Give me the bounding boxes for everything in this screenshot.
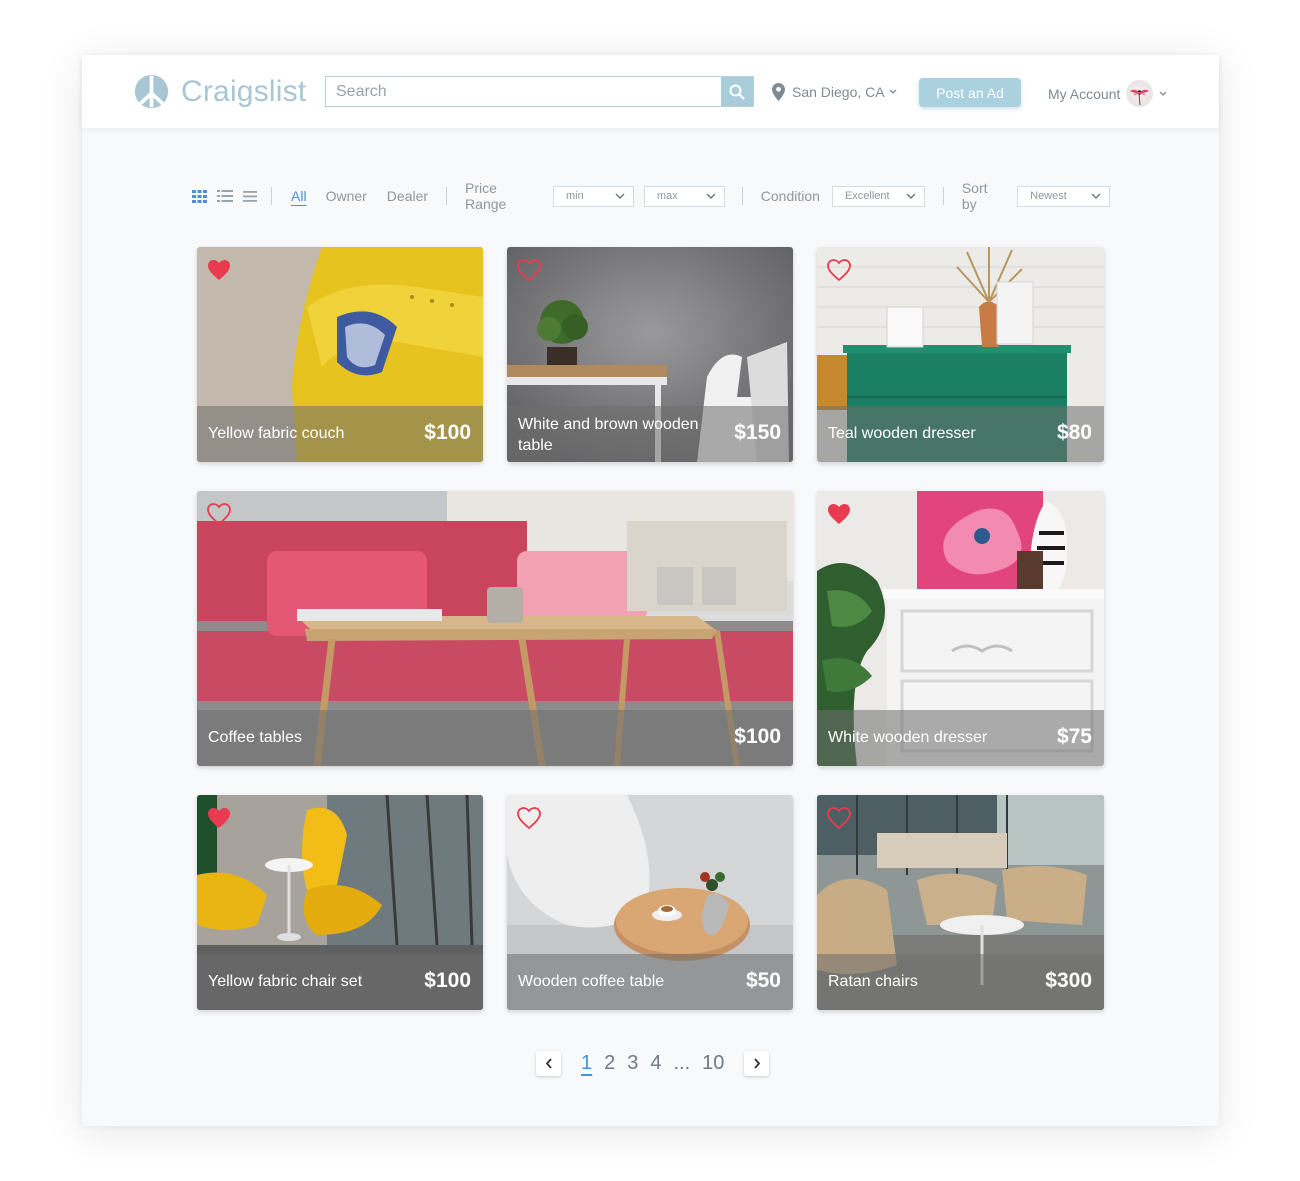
listing-price: $80 xyxy=(1056,421,1092,444)
price-max-value: max xyxy=(656,190,678,202)
listing-title: Coffee tables xyxy=(208,729,302,746)
divider xyxy=(271,187,272,205)
listing-card[interactable]: White and brown wooden table $150 xyxy=(507,247,793,462)
favorite-heart-icon[interactable] xyxy=(827,807,851,829)
list-view-button[interactable] xyxy=(217,190,233,202)
chevron-down-icon xyxy=(889,89,897,94)
page-number[interactable]: 1 xyxy=(581,1052,592,1075)
logo-text: Craigslist xyxy=(181,74,307,108)
search-bar xyxy=(325,76,754,107)
favorite-heart-icon[interactable] xyxy=(827,259,851,281)
listing-title: White wooden dresser xyxy=(828,729,988,746)
pagination: 1 2 3 4 ... 10 xyxy=(536,1049,770,1077)
sort-select[interactable]: Newest xyxy=(1017,185,1111,207)
listing-title: Teal wooden dresser xyxy=(828,425,976,442)
list-icon xyxy=(217,190,233,202)
listing-title: Ratan chairs xyxy=(828,973,918,990)
sort-label: Sort by xyxy=(961,180,988,212)
listing-price: $150 xyxy=(734,421,781,444)
chevron-down-icon xyxy=(615,193,625,199)
compact-view-button[interactable] xyxy=(243,190,257,202)
condition-label: Condition xyxy=(760,188,820,204)
listing-title: Yellow fabric couch xyxy=(208,425,345,442)
search-input[interactable] xyxy=(326,77,721,106)
favorite-heart-icon[interactable] xyxy=(207,503,231,525)
listing-price: $75 xyxy=(1056,725,1092,748)
listing-price: $300 xyxy=(1045,969,1092,992)
next-page-button[interactable] xyxy=(744,1050,770,1076)
chevron-left-icon xyxy=(545,1057,552,1069)
listing-card[interactable]: White wooden dresser $75 xyxy=(817,491,1104,766)
location-selector[interactable]: San Diego, CA xyxy=(772,83,897,101)
chevron-down-icon xyxy=(906,193,916,199)
page-ellipsis: ... xyxy=(673,1051,691,1074)
divider xyxy=(741,187,743,205)
listing-price: $100 xyxy=(424,969,471,992)
compact-list-icon xyxy=(243,190,257,202)
my-account-menu[interactable]: My Account xyxy=(1048,80,1167,107)
listing-title: Yellow fabric chair set xyxy=(208,973,363,990)
listing-price: $100 xyxy=(734,725,781,748)
chevron-down-icon xyxy=(1159,91,1167,96)
filter-bar: All Owner Dealer Price Range min max Con… xyxy=(192,180,1111,212)
favorite-heart-icon[interactable] xyxy=(517,259,541,281)
flower-avatar-icon xyxy=(1130,89,1150,106)
listing-title: Wooden coffee table xyxy=(518,973,665,990)
listing-card[interactable]: Teal wooden dresser $80 xyxy=(817,247,1104,462)
price-min-value: min xyxy=(565,190,584,202)
condition-value: Excellent xyxy=(844,190,890,202)
chevron-down-icon xyxy=(1091,193,1101,199)
sort-value: Newest xyxy=(1030,190,1067,202)
grid-view-button[interactable] xyxy=(192,189,207,203)
app-window: Craigslist San Diego, CA Post an Ad xyxy=(82,55,1219,1126)
listing-card[interactable]: Coffee tables $100 xyxy=(197,491,793,766)
top-header: Craigslist San Diego, CA Post an Ad xyxy=(82,55,1219,128)
search-button[interactable] xyxy=(721,77,753,106)
favorite-heart-icon[interactable] xyxy=(827,503,851,525)
listing-price: $50 xyxy=(745,969,781,992)
account-label: My Account xyxy=(1048,85,1121,102)
condition-select[interactable]: Excellent xyxy=(831,185,925,207)
peace-logo-icon xyxy=(134,74,169,109)
post-ad-button[interactable]: Post an Ad xyxy=(919,78,1021,107)
listing-card[interactable]: Yellow fabric couch $100 xyxy=(197,247,483,462)
listing-card[interactable]: Ratan chairs $300 xyxy=(817,795,1104,1010)
grid-icon xyxy=(192,189,207,203)
location-label: San Diego, CA xyxy=(792,84,885,100)
map-pin-icon xyxy=(772,83,785,101)
page-number[interactable]: 10 xyxy=(702,1052,724,1075)
favorite-heart-icon[interactable] xyxy=(517,807,541,829)
chevron-right-icon xyxy=(754,1057,761,1069)
listing-price: $100 xyxy=(424,421,471,444)
tab-owner[interactable]: Owner xyxy=(326,188,367,204)
divider xyxy=(446,187,448,205)
search-icon xyxy=(729,84,745,100)
tab-all[interactable]: All xyxy=(291,188,307,204)
favorite-heart-icon[interactable] xyxy=(207,259,231,281)
listing-title: White and brown wooden table xyxy=(518,416,699,454)
favorite-heart-icon[interactable] xyxy=(207,807,231,829)
page-number[interactable]: 4 xyxy=(650,1052,661,1075)
price-min-select[interactable]: min xyxy=(552,185,634,207)
avatar xyxy=(1126,80,1154,107)
listing-card[interactable]: Yellow fabric chair set $100 xyxy=(197,795,483,1010)
divider xyxy=(942,187,944,205)
page-number[interactable]: 2 xyxy=(604,1052,615,1075)
logo[interactable]: Craigslist xyxy=(133,73,306,110)
chevron-down-icon xyxy=(706,193,716,199)
tab-dealer[interactable]: Dealer xyxy=(387,188,428,204)
page-number[interactable]: 3 xyxy=(627,1052,638,1075)
price-range-label: Price Range xyxy=(465,180,507,212)
listing-card[interactable]: Wooden coffee table $50 xyxy=(507,795,793,1010)
price-max-select[interactable]: max xyxy=(643,185,725,207)
prev-page-button[interactable] xyxy=(536,1050,561,1076)
